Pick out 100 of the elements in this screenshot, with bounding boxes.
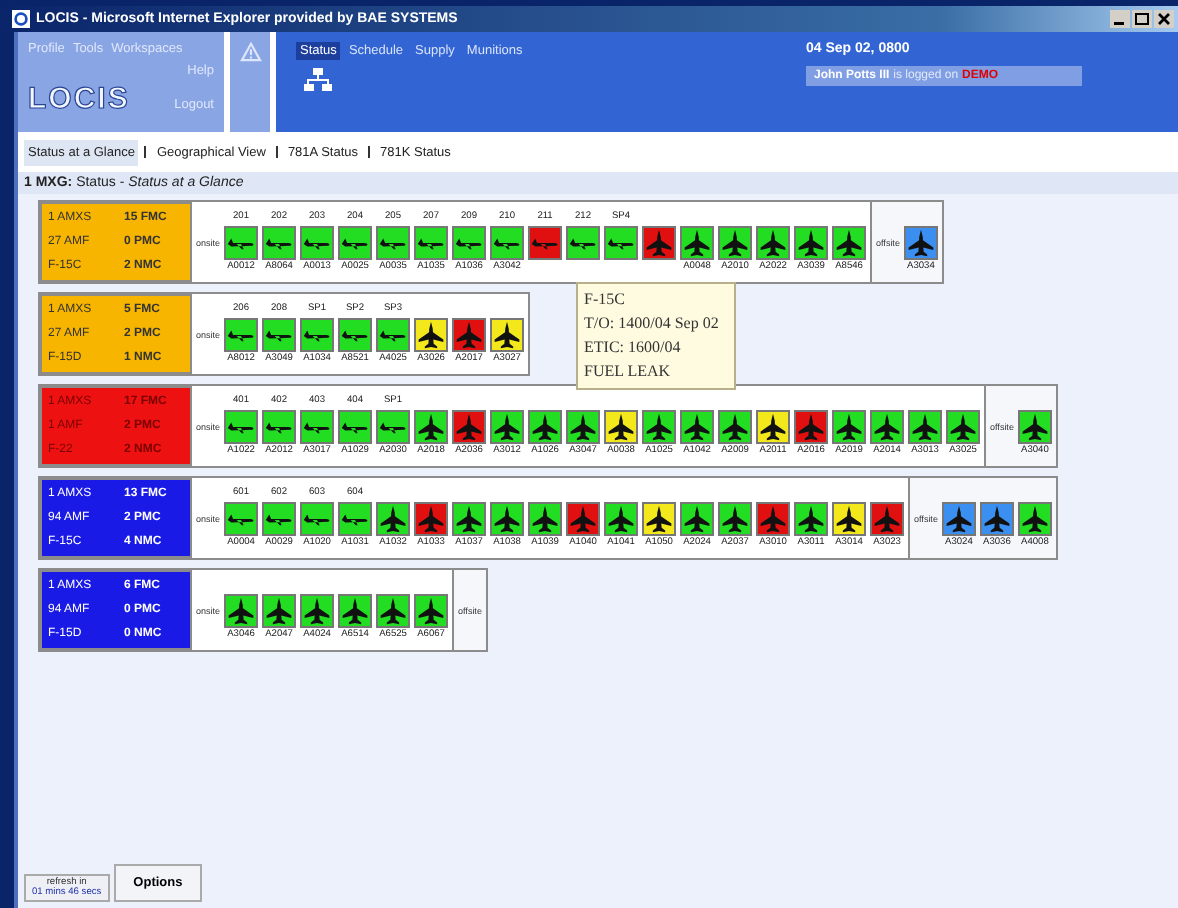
jet-icon [454, 503, 485, 533]
aircraft-tile[interactable] [870, 501, 905, 535]
jet-icon [644, 503, 675, 533]
aircraft-tile[interactable] [756, 409, 791, 443]
aircraft-tile[interactable] [680, 225, 715, 259]
org-chart-icon[interactable] [304, 68, 332, 92]
aircraft-tile[interactable] [300, 317, 335, 351]
aircraft-tile[interactable] [528, 409, 563, 443]
aircraft-tile[interactable] [604, 409, 639, 443]
aircraft-tile[interactable] [414, 501, 449, 535]
jet-icon [568, 411, 599, 441]
aircraft-tile[interactable] [946, 409, 981, 443]
aircraft-tile[interactable] [794, 501, 829, 535]
aircraft-tile[interactable] [794, 225, 829, 259]
aircraft-tile[interactable] [452, 317, 487, 351]
aircraft-tile[interactable] [224, 593, 259, 627]
jet-icon [948, 411, 979, 441]
jet-icon [758, 503, 789, 533]
aircraft-tile[interactable] [1017, 501, 1052, 535]
aircraft-tile[interactable] [262, 409, 297, 443]
aircraft-tile[interactable] [832, 501, 867, 535]
jet-icon [834, 411, 865, 441]
aircraft-tile[interactable] [262, 317, 297, 351]
aircraft-tile[interactable] [718, 409, 753, 443]
aircraft-tile[interactable] [452, 409, 487, 443]
aircraft-tile[interactable] [338, 225, 373, 259]
aircraft-tile[interactable] [414, 409, 449, 443]
aircraft-tile[interactable] [376, 501, 411, 535]
maximize-icon[interactable] [1132, 10, 1152, 28]
tooltip-line: T/O: 1400/04 Sep 02 [584, 312, 721, 336]
jet-icon [492, 503, 523, 533]
aircraft-tile[interactable] [794, 409, 829, 443]
aircraft-tile[interactable] [338, 501, 373, 535]
aircraft-tile[interactable] [224, 409, 259, 443]
aircraft-tile[interactable] [224, 501, 259, 535]
aircraft-tile[interactable] [262, 593, 297, 627]
jet-icon [416, 319, 447, 349]
aircraft-tile[interactable] [300, 409, 335, 443]
aircraft-tile[interactable] [452, 501, 487, 535]
aircraft-tile[interactable] [528, 225, 563, 259]
aircraft-tile[interactable] [376, 225, 411, 259]
aircraft-tile[interactable] [376, 317, 411, 351]
aircraft-tile[interactable] [490, 501, 525, 535]
aircraft-tile[interactable] [338, 409, 373, 443]
aircraft-tile[interactable] [756, 225, 791, 259]
jet-icon [682, 503, 713, 533]
aircraft-tile[interactable] [262, 225, 297, 259]
aircraft-tile[interactable] [262, 501, 297, 535]
aircraft-tile[interactable] [224, 317, 259, 351]
aircraft-tile[interactable] [903, 225, 938, 259]
aircraft-tile[interactable] [680, 501, 715, 535]
jet-icon [416, 411, 447, 441]
aircraft-tile[interactable] [452, 225, 487, 259]
aircraft-tile[interactable] [680, 409, 715, 443]
jet-icon [226, 595, 257, 625]
aircraft-tile[interactable] [604, 225, 639, 259]
jet-icon [568, 503, 599, 533]
aircraft-tile[interactable] [832, 409, 867, 443]
jet-icon [378, 595, 409, 625]
jet-icon [378, 503, 409, 533]
aircraft-tile[interactable] [979, 501, 1014, 535]
aircraft-tile[interactable] [566, 501, 601, 535]
aircraft-tile[interactable] [414, 225, 449, 259]
aircraft-tile[interactable] [642, 501, 677, 535]
aircraft-tile[interactable] [642, 409, 677, 443]
aircraft-tile[interactable] [376, 593, 411, 627]
aircraft-tile[interactable] [300, 501, 335, 535]
jet-icon [530, 503, 561, 533]
minimize-icon[interactable] [1110, 10, 1130, 28]
jet-icon [454, 411, 485, 441]
aircraft-tile[interactable] [832, 225, 867, 259]
jet-icon [720, 227, 751, 257]
aircraft-tile[interactable] [490, 409, 525, 443]
aircraft-tile[interactable] [718, 225, 753, 259]
aircraft-tile[interactable] [490, 317, 525, 351]
aircraft-tile[interactable] [414, 593, 449, 627]
aircraft-tile[interactable] [566, 409, 601, 443]
aircraft-tile[interactable] [414, 317, 449, 351]
aircraft-tile[interactable] [300, 225, 335, 259]
aircraft-tile[interactable] [604, 501, 639, 535]
aircraft-tile[interactable] [756, 501, 791, 535]
aircraft-tile[interactable] [338, 317, 373, 351]
aircraft-tile[interactable] [870, 409, 905, 443]
aircraft-tile[interactable] [528, 501, 563, 535]
aircraft-tile[interactable] [300, 593, 335, 627]
close-icon[interactable] [1154, 10, 1174, 28]
aircraft-tile[interactable] [908, 409, 943, 443]
jet-icon [606, 411, 637, 441]
jet-icon [644, 411, 675, 441]
aircraft-tile[interactable] [224, 225, 259, 259]
aircraft-tile[interactable] [642, 225, 677, 259]
aircraft-tile[interactable] [718, 501, 753, 535]
aircraft-tile[interactable] [1017, 409, 1052, 443]
aircraft-tile[interactable] [941, 501, 976, 535]
aircraft-tile[interactable] [338, 593, 373, 627]
aircraft-tile[interactable] [566, 225, 601, 259]
jet-icon [796, 411, 827, 441]
tooltip-line: F-15C [584, 288, 627, 312]
aircraft-tile[interactable] [490, 225, 525, 259]
aircraft-tile[interactable] [376, 409, 411, 443]
